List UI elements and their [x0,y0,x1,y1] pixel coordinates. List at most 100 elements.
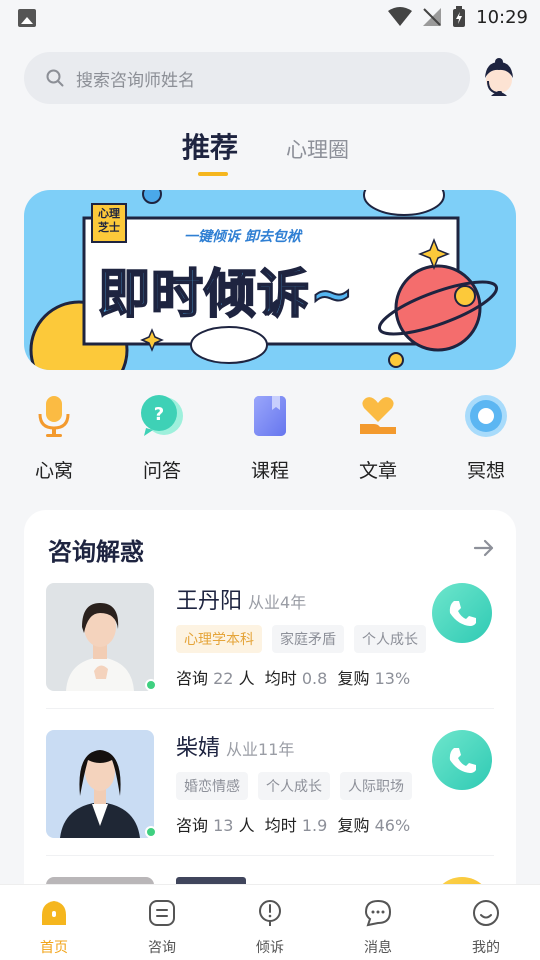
message-icon [364,899,392,927]
microphone-icon [38,396,70,437]
stat-consult-value: 22 [213,669,234,688]
tab-psych-circle[interactable]: 心理圈 [286,134,349,164]
counselor-tag: 婚恋情感 [176,772,248,800]
stat-consult-unit: 人 [238,669,255,688]
consult-icon [149,900,175,926]
tab-label: 咨询 [148,940,176,956]
stat-hours-label: 均时 [264,669,297,688]
tab-messages[interactable]: 消息 [348,899,408,957]
quick-entry-articles[interactable]: 文章 [343,392,413,483]
stat-hours-value: 0.8 [301,669,328,688]
tab-profile[interactable]: 我的 [456,899,516,957]
counselor-stats: 咨询 22 人 均时 0.8 复购 13% [176,665,410,689]
counselor-name: 柴婧 [176,736,221,761]
online-status-dot [145,826,157,838]
quick-entry-meditation[interactable]: 冥想 [451,392,521,483]
stat-hours-label: 均时 [264,816,297,835]
counselor-tags: 心理学本科 家庭矛盾 个人成长 [176,625,426,653]
quick-entry-label: 问答 [142,460,181,482]
banner-headline: 即时倾诉~ [97,264,355,326]
question-bubble-icon: ? [141,395,183,436]
banner-subtitle: 一键倾诉 卸去包袱 [184,229,301,245]
call-button[interactable] [432,583,492,643]
quick-entry-qa[interactable]: ? 问答 [127,392,197,483]
counselor-name-line: 柴婧 从业11年 [176,730,294,762]
image-notification-icon [18,9,36,27]
quick-entry-label: 课程 [250,460,289,482]
status-bar: 10:29 [0,0,540,36]
promo-banner[interactable]: 心理 芝士 一键倾诉 卸去包袱 即时倾诉~ [24,190,516,370]
arrow-right-icon[interactable] [472,536,496,560]
stat-consult-value: 13 [213,816,234,835]
battery-charging-icon [453,6,466,27]
search-bar[interactable]: 搜索咨询师姓名 [24,52,470,104]
status-time: 10:29 [476,6,528,28]
heart-hand-icon [360,397,396,434]
tab-label: 消息 [364,940,392,956]
counselor-tag: 人际职场 [340,772,412,800]
stat-hours-value: 1.9 [301,816,328,835]
home-icon [42,901,66,925]
banner-badge-line1: 心理 [98,207,120,220]
quick-entry-heart-nest[interactable]: 心窝 [19,392,89,483]
tab-recommend-label: 推荐 [182,131,239,164]
customer-service-icon[interactable] [478,56,520,98]
bottom-tab-bar: 首页 咨询 倾诉 消息 我的 [0,884,540,960]
counselor-tag: 个人成长 [354,625,426,653]
meditation-circle-icon [465,395,507,437]
consult-section-title: 咨询解惑 [48,538,144,566]
top-tabs: 推荐 心理圈 [0,126,540,176]
counselor-row[interactable]: 王丹阳 从业4年 心理学本科 家庭矛盾 个人成长 咨询 22 人 均时 0.8 复… [24,583,516,713]
quick-entry-label: 心窝 [34,460,73,482]
call-button[interactable] [432,730,492,790]
counselor-photo [46,730,154,838]
quick-entry-label: 冥想 [466,460,505,482]
tab-talk[interactable]: 倾诉 [240,899,300,957]
status-icons: 10:29 [388,6,528,28]
counselor-tag: 心理学本科 [176,625,262,653]
quick-entry-courses[interactable]: 课程 [235,392,305,483]
counselor-years: 从业11年 [226,740,295,759]
quick-entry-label: 文章 [358,460,397,482]
quick-entries: 心窝 ? 问答 课程 文章 冥想 [0,392,540,482]
search-icon [46,69,64,87]
stat-repurchase-value: 46% [374,816,411,835]
counselor-name: 王丹阳 [176,589,243,614]
book-icon [254,396,286,436]
row-divider [46,855,494,856]
no-signal-icon [423,8,442,26]
tab-label: 首页 [40,940,68,956]
counselor-tag: 个人成长 [258,772,330,800]
banner-badge: 心理 芝士 [94,207,124,235]
stat-consult-unit: 人 [238,816,255,835]
stat-repurchase-label: 复购 [337,816,370,835]
stat-consult-label: 咨询 [176,669,209,688]
tab-recommend[interactable]: 推荐 [182,126,239,176]
tab-label: 倾诉 [256,940,284,956]
counselor-photo [46,583,154,691]
phone-icon [449,601,476,626]
counselor-tag: 家庭矛盾 [272,625,344,653]
svg-text:?: ? [154,404,164,425]
tab-label: 我的 [472,940,500,956]
banner-badge-line2: 芝士 [98,221,120,234]
wifi-icon [388,7,413,26]
consult-card: 咨询解惑 王丹阳 从业4年 心理学本科 家庭矛盾 个人成长 咨询 22 人 均时 … [24,510,516,910]
stat-repurchase-value: 13% [374,669,411,688]
counselor-name-line: 王丹阳 从业4年 [176,583,306,615]
stat-consult-label: 咨询 [176,816,209,835]
row-divider [46,708,494,709]
search-placeholder: 搜索咨询师姓名 [76,70,195,91]
tab-active-indicator [198,172,228,176]
tab-consult[interactable]: 咨询 [132,899,192,957]
stat-repurchase-label: 复购 [337,669,370,688]
online-status-dot [145,679,157,691]
tab-home[interactable]: 首页 [24,899,84,957]
phone-icon [449,748,476,773]
counselor-stats: 咨询 13 人 均时 1.9 复购 46% [176,812,410,836]
counselor-row[interactable]: 柴婧 从业11年 婚恋情感 个人成长 人际职场 咨询 13 人 均时 1.9 复购… [24,730,516,860]
profile-icon [473,900,499,926]
counselor-years: 从业4年 [248,593,307,612]
talk-icon [259,900,281,926]
counselor-tags: 婚恋情感 个人成长 人际职场 [176,772,412,800]
